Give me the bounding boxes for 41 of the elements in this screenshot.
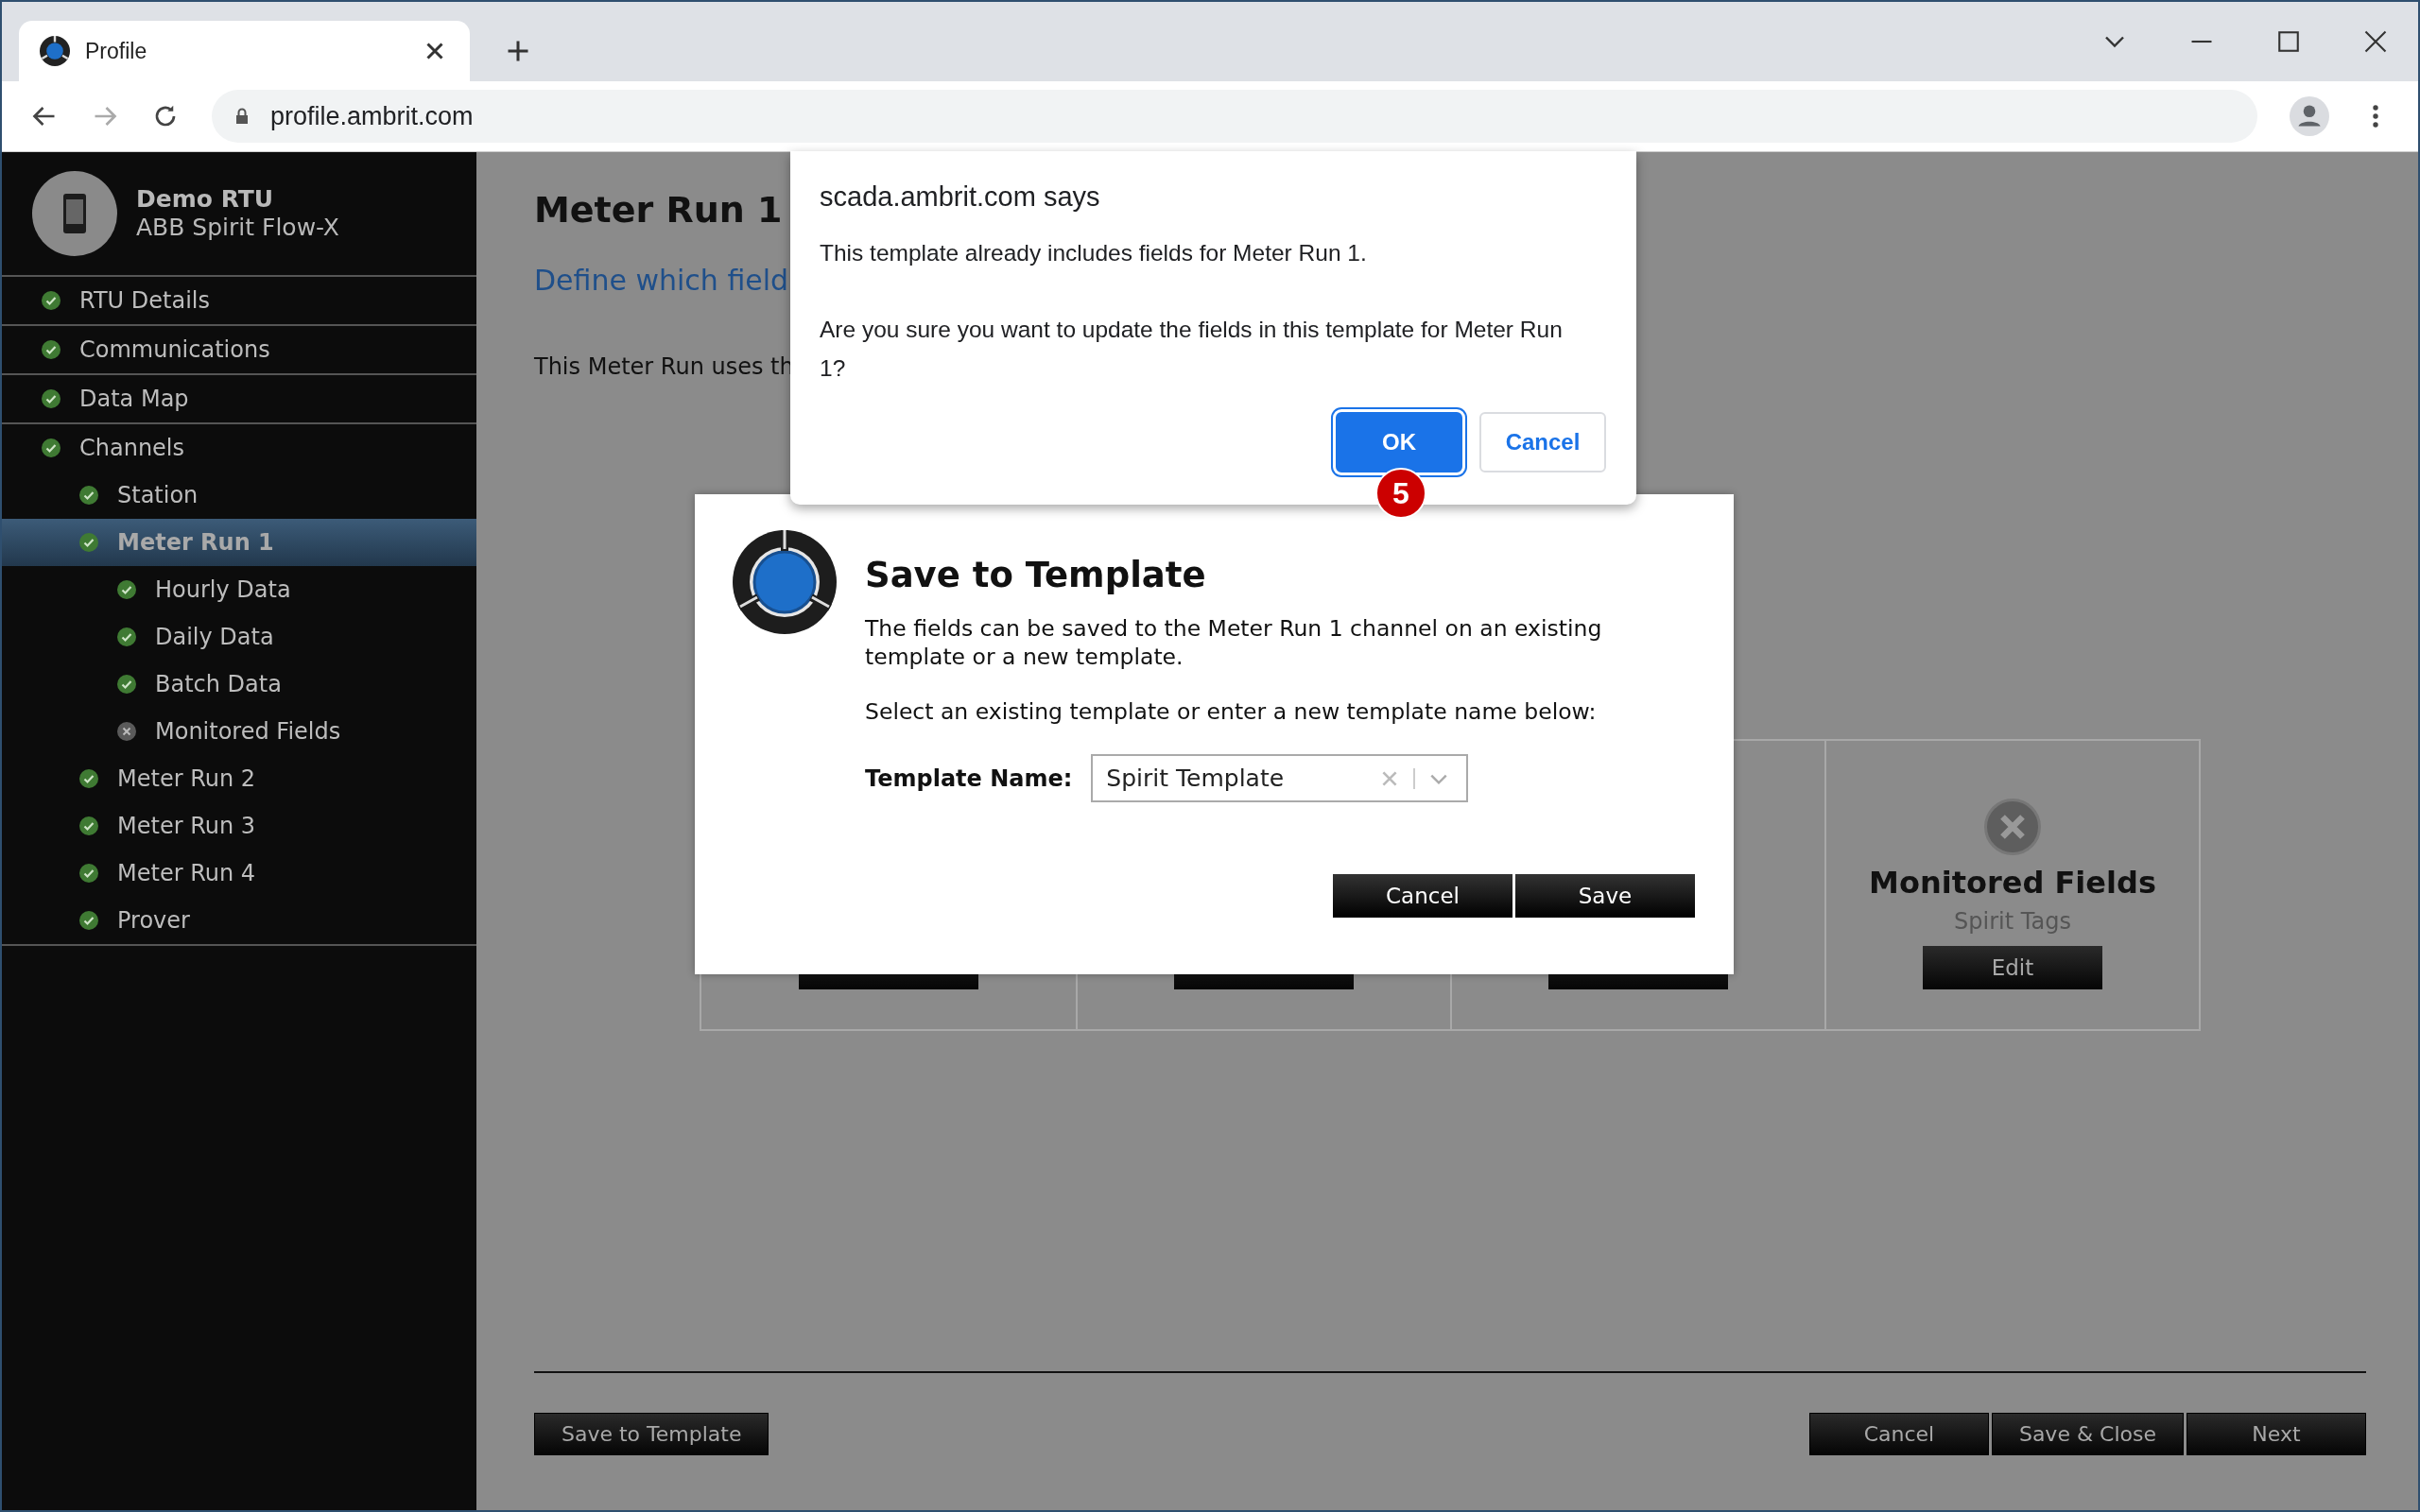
footer-button[interactable]: Next: [2187, 1413, 2366, 1455]
alert-button[interactable]: Cancel: [1479, 412, 1606, 472]
page-title: Meter Run 1: [534, 188, 783, 232]
device-icon: [32, 171, 117, 256]
footer-button[interactable]: Cancel: [1808, 1413, 1989, 1455]
address-bar[interactable]: profile.ambrit.com: [212, 90, 2257, 143]
nav-item[interactable]: Station: [2, 472, 476, 519]
nav-item[interactable]: Daily Data: [2, 613, 476, 661]
nav-item[interactable]: Monitored Fields: [2, 708, 476, 755]
dialog-button[interactable]: Save: [1515, 874, 1695, 918]
field-label: Template Name:: [865, 765, 1073, 792]
dialog-button[interactable]: Cancel: [1333, 874, 1512, 918]
nav-item[interactable]: Meter Run 3: [2, 802, 476, 850]
nav-item[interactable]: Hourly Data: [2, 566, 476, 613]
dialog-text: Select an existing template or enter a new template name below:: [865, 697, 1598, 726]
logo-icon: [40, 36, 70, 66]
nav-item[interactable]: Channels: [2, 424, 476, 472]
card-title: Monitored Fields: [1869, 865, 2156, 901]
nav-item[interactable]: Communications: [2, 326, 476, 373]
nav-item[interactable]: RTU Details: [2, 277, 476, 324]
nav-item[interactable]: Meter Run 2: [2, 755, 476, 802]
nav-item[interactable]: Meter Run 4: [2, 850, 476, 897]
device-name: Demo RTU: [136, 185, 275, 214]
nav-item[interactable]: Prover: [2, 897, 476, 944]
nav-item[interactable]: Meter Run 1: [2, 519, 476, 566]
edit-button[interactable]: Edit: [1923, 946, 2102, 989]
dialog-text: The fields can be saved to the Meter Run 1 channel on an existing template or a new template.: [865, 614, 1603, 671]
footer-button[interactable]: Save to Template: [534, 1413, 769, 1455]
alert-title: scada.ambrit.com says: [820, 181, 1101, 213]
profile-icon[interactable]: [2290, 96, 2329, 136]
browser-tab[interactable]: Profile: [19, 21, 470, 81]
footer-button[interactable]: Save & Close: [1991, 1413, 2184, 1455]
page-subtitle: Define which field: [534, 264, 789, 297]
nav-item[interactable]: Batch Data: [2, 661, 476, 708]
dialog-title: Save to Template: [865, 555, 1207, 595]
device-model: ABB Spirit Flow-X: [136, 214, 339, 242]
tab-title: Profile: [85, 38, 148, 64]
alert-message: Are you sure you want to update the fields in this template for Meter Run 1?: [820, 316, 1564, 383]
nav-item[interactable]: Data Map: [2, 375, 476, 422]
alert-message: This template already includes fields for Meter Run 1.: [820, 239, 1368, 267]
logo-icon: [733, 530, 837, 634]
